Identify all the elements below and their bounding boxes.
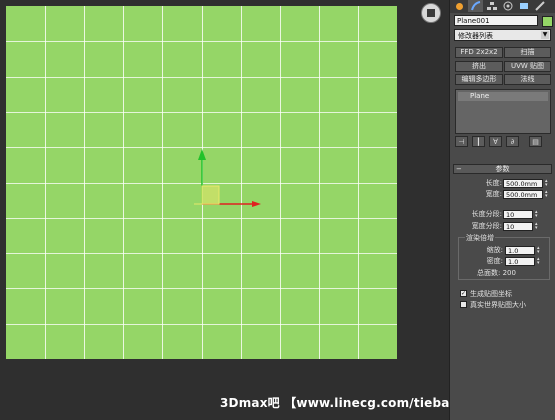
width-segs-field[interactable]: 10 bbox=[503, 222, 533, 231]
object-name-field[interactable]: Plane001 bbox=[454, 15, 538, 26]
hierarchy-icon bbox=[486, 2, 497, 10]
density-field[interactable]: 1.0 bbox=[505, 257, 535, 266]
sweep-modifier-button[interactable]: 扫描 bbox=[504, 47, 551, 58]
modifier-list-dropdown[interactable]: 修改器列表 ▼ bbox=[454, 29, 551, 41]
total-faces-text: 总面数: 200 bbox=[477, 269, 516, 277]
width-label: 宽度: bbox=[485, 190, 502, 198]
generate-mapping-coords-checkbox[interactable]: ✓ bbox=[460, 290, 467, 297]
create-icon bbox=[456, 2, 463, 10]
uvw-map-modifier-button[interactable]: UVW 贴图 bbox=[504, 61, 551, 72]
real-world-map-size-label: 真实世界贴图大小 bbox=[470, 301, 526, 309]
stack-toolbar: ⊣ ┃ ∀ ∂ ▤ bbox=[455, 136, 551, 149]
collapse-icon: − bbox=[456, 165, 462, 173]
modifier-stack[interactable]: Plane bbox=[455, 89, 551, 134]
chevron-down-icon: ▼ bbox=[541, 31, 549, 39]
real-world-map-size-checkbox[interactable] bbox=[460, 301, 467, 308]
scale-label: 缩放: bbox=[486, 246, 503, 254]
viewport-navigation-icon[interactable] bbox=[421, 3, 441, 23]
object-color-swatch[interactable] bbox=[542, 16, 553, 27]
density-label: 密度: bbox=[486, 257, 503, 265]
gizmo-y-arrowhead[interactable] bbox=[198, 149, 206, 160]
display-icon bbox=[519, 3, 528, 9]
ffd-modifier-button[interactable]: FFD 2x2x2 bbox=[455, 47, 503, 58]
length-label: 长度: bbox=[485, 179, 502, 187]
length-field[interactable]: 500.0mm bbox=[503, 179, 543, 188]
width-segs-spinner[interactable]: ▴ ▾ bbox=[535, 222, 539, 231]
show-end-result-icon[interactable]: ┃ bbox=[472, 136, 485, 147]
perspective-viewport[interactable]: 3Dmax吧 【www.linecg.com/tieba/1771】 bbox=[0, 0, 449, 420]
width-spinner[interactable]: ▴ ▾ bbox=[545, 190, 549, 199]
stack-item-plane[interactable]: Plane bbox=[458, 92, 548, 101]
normal-modifier-button[interactable]: 法线 bbox=[504, 74, 551, 85]
width-segs-label: 宽度分段: bbox=[471, 222, 502, 230]
scale-field[interactable]: 1.0 bbox=[505, 246, 535, 255]
render-multipliers-group: 渲染倍增 缩放: 1.0 ▴ ▾ 密度: 1.0 ▴ ▾ 总面数: 200 bbox=[458, 233, 550, 280]
length-segs-spinner[interactable]: ▴ ▾ bbox=[535, 210, 539, 219]
rollout-title: 参数 bbox=[495, 165, 510, 173]
move-gizmo[interactable] bbox=[0, 0, 449, 420]
hierarchy-tab[interactable] bbox=[484, 0, 499, 12]
create-tab[interactable] bbox=[452, 0, 467, 12]
make-unique-icon[interactable]: ∀ bbox=[489, 136, 502, 147]
display-tab[interactable] bbox=[516, 0, 531, 12]
modify-icon bbox=[470, 1, 480, 11]
scale-spinner[interactable]: ▴ ▾ bbox=[537, 246, 541, 255]
length-segs-field[interactable]: 10 bbox=[503, 210, 533, 219]
modifier-list-label: 修改器列表 bbox=[458, 32, 493, 40]
pin-stack-icon[interactable]: ⊣ bbox=[455, 136, 468, 147]
gizmo-xy-plane-handle[interactable] bbox=[201, 185, 220, 205]
modify-tab[interactable] bbox=[468, 0, 483, 12]
utilities-icon bbox=[534, 1, 545, 11]
utilities-tab[interactable] bbox=[532, 0, 547, 12]
generate-mapping-coords-label: 生成贴图坐标 bbox=[470, 290, 512, 298]
command-panel-tabs bbox=[450, 0, 555, 13]
density-spinner[interactable]: ▴ ▾ bbox=[537, 257, 541, 266]
width-field[interactable]: 500.0mm bbox=[503, 190, 543, 199]
edit-poly-modifier-button[interactable]: 编辑多边形 bbox=[455, 74, 503, 85]
configure-modifier-sets-icon[interactable]: ▤ bbox=[529, 136, 542, 147]
render-multipliers-title: 渲染倍增 bbox=[465, 233, 495, 243]
length-spinner[interactable]: ▴ ▾ bbox=[545, 179, 549, 188]
motion-icon bbox=[503, 1, 512, 11]
length-segs-label: 长度分段: bbox=[471, 210, 502, 218]
remove-modifier-icon[interactable]: ∂ bbox=[506, 136, 519, 147]
motion-tab[interactable] bbox=[500, 0, 515, 12]
gizmo-x-arrowhead[interactable] bbox=[252, 201, 261, 207]
parameters-rollout-header[interactable]: − 参数 bbox=[453, 164, 552, 174]
command-panel: Plane001 修改器列表 ▼ FFD 2x2x2 扫描 挤出 UVW 贴图 … bbox=[449, 0, 555, 420]
extrude-modifier-button[interactable]: 挤出 bbox=[455, 61, 503, 72]
watermark-text: 3Dmax吧 【www.linecg.com/tieba/1771】 bbox=[220, 396, 449, 410]
